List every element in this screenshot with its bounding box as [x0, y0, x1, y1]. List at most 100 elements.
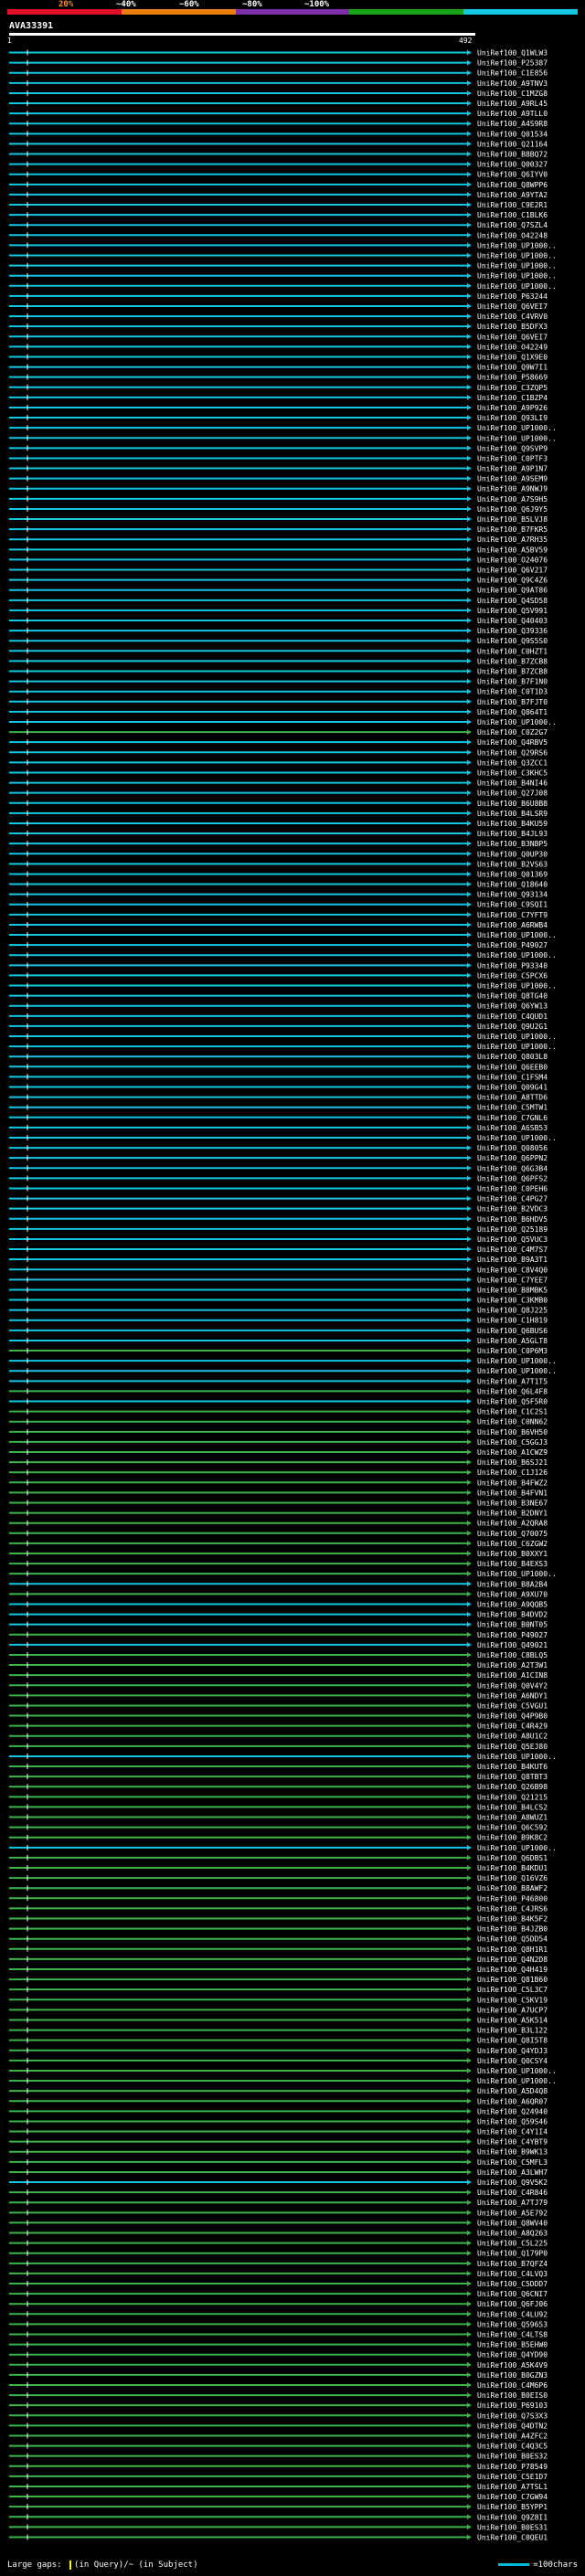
hit-row[interactable]: UniRef100_Q864T1 [9, 708, 548, 716]
hit-accession-link[interactable]: UniRef100_B4KUT6 [477, 1763, 548, 1771]
hit-row[interactable]: UniRef100_A3LWH7 [9, 2168, 548, 2177]
hit-row[interactable]: UniRef100_C0PTF3 [9, 454, 548, 462]
hit-accession-link[interactable]: UniRef100_A9QQB5 [477, 1600, 548, 1608]
hit-accession-link[interactable]: UniRef100_Q6IYV0 [477, 171, 548, 179]
hit-accession-link[interactable]: UniRef100_Q93LI9 [477, 414, 548, 422]
hit-accession-link[interactable]: UniRef100_A7UCP7 [477, 2006, 548, 2014]
hit-accession-link[interactable]: UniRef100_Q8J225 [477, 1307, 548, 1315]
hit-accession-link[interactable]: UniRef100_Q6YW13 [477, 1002, 548, 1011]
hit-row[interactable]: UniRef100_C1E856 [9, 69, 548, 78]
hit-accession-link[interactable]: UniRef100_C1BZP4 [477, 394, 548, 402]
hit-row[interactable]: UniRef100_Q0CSY4 [9, 2057, 548, 2065]
hit-accession-link[interactable]: UniRef100_C5E1D7 [477, 2473, 548, 2481]
hit-row[interactable]: UniRef100_Q93LI9 [9, 414, 548, 422]
hit-row[interactable]: UniRef100_Q4YDJ3 [9, 2047, 548, 2055]
hit-accession-link[interactable]: UniRef100_Q5DD54 [477, 1935, 548, 1944]
hit-accession-link[interactable]: UniRef100_C7GW94 [477, 2493, 548, 2501]
hit-row[interactable]: UniRef100_Q0V4Y2 [9, 1681, 548, 1690]
hit-accession-link[interactable]: UniRef100_C3ZQP5 [477, 384, 548, 392]
hit-accession-link[interactable]: UniRef100_C5L225 [477, 2240, 548, 2248]
hit-accession-link[interactable]: UniRef100_Q26B98 [477, 1783, 548, 1791]
hit-accession-link[interactable]: UniRef100_UP1000.. [477, 931, 557, 939]
hit-accession-link[interactable]: UniRef100_B4NI46 [477, 779, 548, 788]
hit-accession-link[interactable]: UniRef100_Q6VEI7 [477, 302, 548, 311]
hit-accession-link[interactable]: UniRef100_A6RWB4 [477, 921, 548, 929]
hit-accession-link[interactable]: UniRef100_Q6EEB0 [477, 1063, 548, 1071]
hit-accession-link[interactable]: UniRef100_Q01534 [477, 130, 548, 138]
hit-accession-link[interactable]: UniRef100_Q59S46 [477, 2117, 548, 2125]
hit-accession-link[interactable]: UniRef100_Q9Z8I1 [477, 2513, 548, 2521]
hit-accession-link[interactable]: UniRef100_Q8WV40 [477, 2219, 548, 2227]
hit-row[interactable]: UniRef100_UP1000.. [9, 1753, 557, 1761]
hit-accession-link[interactable]: UniRef100_A9P926 [477, 404, 548, 412]
hit-row[interactable]: UniRef100_P63244 [9, 292, 548, 301]
hit-row[interactable]: UniRef100_A7RH35 [9, 535, 548, 544]
hit-row[interactable]: UniRef100_Q8J225 [9, 1307, 548, 1315]
hit-row[interactable]: UniRef100_Q00327 [9, 161, 548, 169]
hit-row[interactable]: UniRef100_Q18640 [9, 881, 548, 889]
hit-accession-link[interactable]: UniRef100_C8V4Q0 [477, 1266, 548, 1274]
hit-row[interactable]: UniRef100_UP1000.. [9, 262, 557, 270]
hit-accession-link[interactable]: UniRef100_Q864T1 [477, 708, 548, 716]
hit-row[interactable]: UniRef100_A9P1N7 [9, 465, 548, 473]
hit-row[interactable]: UniRef100_Q9W7I1 [9, 364, 548, 372]
hit-accession-link[interactable]: UniRef100_A5GLT8 [477, 1337, 548, 1345]
hit-row[interactable]: UniRef100_Q5V991 [9, 607, 548, 615]
hit-row[interactable]: UniRef100_UP1000.. [9, 982, 557, 991]
hit-accession-link[interactable]: UniRef100_B4FWZ2 [477, 1479, 548, 1487]
hit-row[interactable]: UniRef100_P49027 [9, 1631, 548, 1639]
hit-accession-link[interactable]: UniRef100_B6SJ21 [477, 1458, 548, 1467]
hit-accession-link[interactable]: UniRef100_Q6VEI7 [477, 333, 548, 341]
hit-row[interactable]: UniRef100_B4FVN1 [9, 1489, 548, 1497]
hit-row[interactable]: UniRef100_Q9Z8I1 [9, 2513, 548, 2521]
hit-accession-link[interactable]: UniRef100_A9TLL0 [477, 110, 548, 118]
hit-accession-link[interactable]: UniRef100_B7ZCB8 [477, 657, 548, 665]
hit-row[interactable]: UniRef100_Q16VZ6 [9, 1874, 548, 1882]
hit-accession-link[interactable]: UniRef100_C0PEH6 [477, 1184, 548, 1193]
hit-row[interactable]: UniRef100_B6SJ21 [9, 1458, 548, 1467]
hit-row[interactable]: UniRef100_Q8WV40 [9, 2219, 548, 2227]
hit-row[interactable]: UniRef100_P46800 [9, 1894, 548, 1903]
hit-accession-link[interactable]: UniRef100_A1CWZ9 [477, 1448, 548, 1457]
hit-accession-link[interactable]: UniRef100_C4R429 [477, 1723, 548, 1731]
hit-accession-link[interactable]: UniRef100_Q59653 [477, 2320, 548, 2328]
hit-accession-link[interactable]: UniRef100_UP1000.. [477, 1033, 557, 1041]
hit-accession-link[interactable]: UniRef100_A5K4V9 [477, 2361, 548, 2369]
hit-row[interactable]: UniRef100_Q4P9B0 [9, 1712, 548, 1721]
hit-accession-link[interactable]: UniRef100_Q21215 [477, 1793, 548, 1801]
hit-row[interactable]: UniRef100_A7TSL1 [9, 2483, 548, 2491]
hit-accession-link[interactable]: UniRef100_A6NDY1 [477, 1691, 548, 1700]
hit-accession-link[interactable]: UniRef100_C3KMB0 [477, 1297, 548, 1305]
hit-row[interactable]: UniRef100_UP1000.. [9, 424, 557, 432]
hit-row[interactable]: UniRef100_Q9U2G1 [9, 1023, 548, 1031]
hit-accession-link[interactable]: UniRef100_C4YBT9 [477, 2138, 548, 2147]
hit-row[interactable]: UniRef100_Q81B60 [9, 1976, 548, 1984]
hit-accession-link[interactable]: UniRef100_Q9W7I1 [477, 364, 548, 372]
hit-accession-link[interactable]: UniRef100_A9RL45 [477, 100, 548, 108]
hit-row[interactable]: UniRef100_B9WK13 [9, 2148, 548, 2157]
hit-accession-link[interactable]: UniRef100_Q4RBV5 [477, 738, 548, 747]
hit-row[interactable]: UniRef100_B4EXS3 [9, 1560, 548, 1568]
hit-accession-link[interactable]: UniRef100_A8TTD6 [477, 1094, 548, 1102]
hit-accession-link[interactable]: UniRef100_B3NE67 [477, 1500, 548, 1508]
hit-row[interactable]: UniRef100_B9K8C2 [9, 1834, 548, 1842]
hit-accession-link[interactable]: UniRef100_B6HDV5 [477, 1215, 548, 1224]
hit-row[interactable]: UniRef100_C4LU92 [9, 2310, 548, 2318]
hit-row[interactable]: UniRef100_C7GW94 [9, 2493, 548, 2501]
hit-accession-link[interactable]: UniRef100_Q1WLW3 [477, 49, 548, 58]
hit-accession-link[interactable]: UniRef100_C4JRS6 [477, 1904, 548, 1913]
hit-row[interactable]: UniRef100_B5EHW0 [9, 2341, 548, 2349]
hit-row[interactable]: UniRef100_C4PG27 [9, 1195, 548, 1203]
hit-row[interactable]: UniRef100_C9E2R1 [9, 201, 548, 209]
hit-row[interactable]: UniRef100_B4NI46 [9, 779, 548, 788]
hit-accession-link[interactable]: UniRef100_Q4N2D8 [477, 1956, 548, 1964]
hit-accession-link[interactable]: UniRef100_A7RH35 [477, 535, 548, 544]
hit-row[interactable]: UniRef100_A7UCP7 [9, 2006, 548, 2014]
hit-row[interactable]: UniRef100_Q803L8 [9, 1053, 548, 1061]
hit-accession-link[interactable]: UniRef100_A8U1C2 [477, 1733, 548, 1741]
hit-row[interactable]: UniRef100_B5DFX3 [9, 323, 548, 331]
hit-row[interactable]: UniRef100_Q1WLW3 [9, 49, 548, 58]
hit-row[interactable]: UniRef100_C4JRS6 [9, 1904, 548, 1913]
hit-row[interactable]: UniRef100_C5PCX6 [9, 971, 548, 980]
hit-row[interactable]: UniRef100_A9TNV3 [9, 80, 548, 88]
